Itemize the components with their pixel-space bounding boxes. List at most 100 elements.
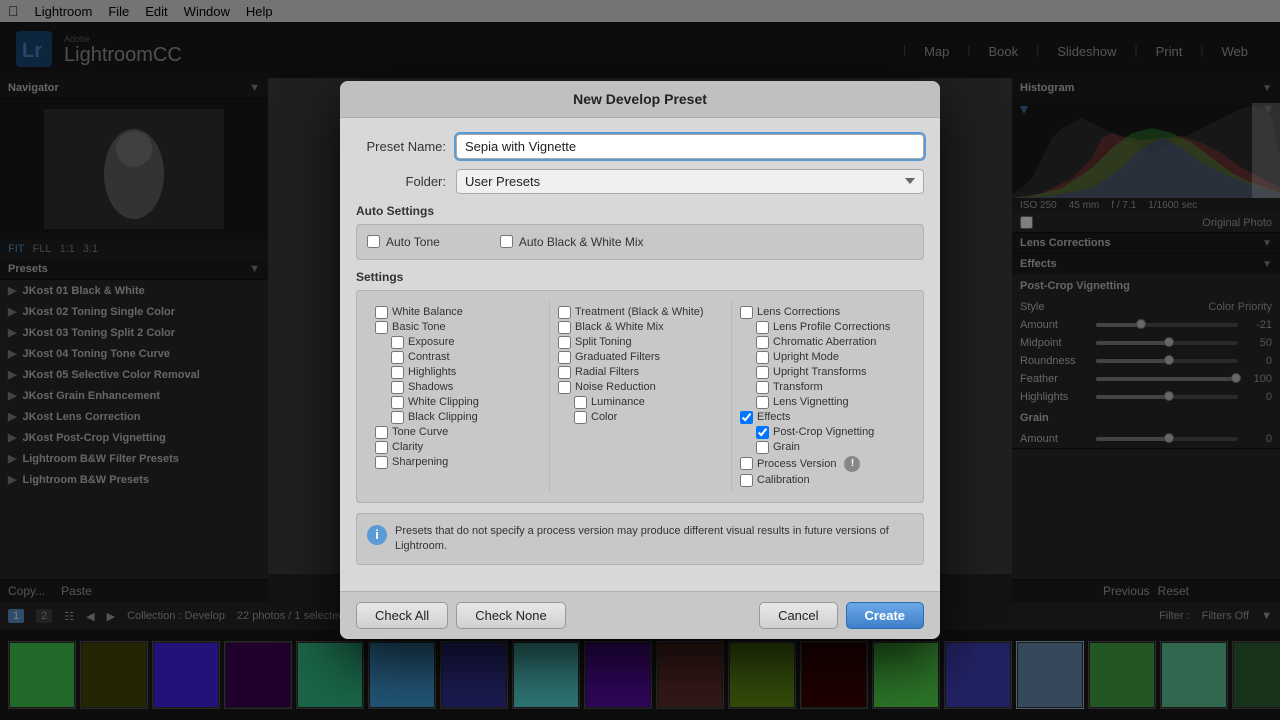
label-white-clipping[interactable]: White Clipping: [408, 396, 479, 408]
label-post-crop[interactable]: Post-Crop Vignetting: [773, 426, 874, 438]
folder-select[interactable]: User Presets: [456, 169, 924, 194]
label-black-clipping[interactable]: Black Clipping: [408, 411, 478, 423]
checkbox-white-clipping[interactable]: [391, 396, 404, 409]
warning-text: Presets that do not specify a process ve…: [395, 524, 913, 555]
label-white-balance[interactable]: White Balance: [392, 306, 463, 318]
settings-item-effects: Effects: [740, 410, 905, 425]
settings-item-graduated-filters: Graduated Filters: [558, 350, 723, 365]
cancel-button[interactable]: Cancel: [759, 602, 837, 629]
checkbox-split-toning[interactable]: [558, 336, 571, 349]
label-grain[interactable]: Grain: [773, 441, 800, 453]
settings-item-radial-filters: Radial Filters: [558, 365, 723, 380]
checkbox-black-clipping[interactable]: [391, 411, 404, 424]
preset-name-input[interactable]: [456, 134, 924, 159]
label-chromatic[interactable]: Chromatic Aberration: [773, 336, 876, 348]
label-clarity[interactable]: Clarity: [392, 441, 423, 453]
settings-header: Settings: [356, 270, 924, 284]
auto-tone-cb[interactable]: Auto Tone: [367, 235, 440, 249]
label-transform[interactable]: Transform: [773, 381, 823, 393]
label-lens-profile[interactable]: Lens Profile Corrections: [773, 321, 890, 333]
label-treatment[interactable]: Treatment (Black & White): [575, 306, 704, 318]
label-upright-transforms[interactable]: Upright Transforms: [773, 366, 867, 378]
label-lens-corrections[interactable]: Lens Corrections: [757, 306, 840, 318]
label-lens-vignetting[interactable]: Lens Vignetting: [773, 396, 849, 408]
auto-bw-mix-checkbox[interactable]: [500, 235, 513, 248]
checkbox-treatment[interactable]: [558, 306, 571, 319]
dialog-footer: Check All Check None Cancel Create: [340, 591, 940, 639]
checkbox-lens-vignetting[interactable]: [756, 396, 769, 409]
label-highlights[interactable]: Highlights: [408, 366, 456, 378]
settings-item-post-crop: Post-Crop Vignetting: [740, 425, 905, 440]
auto-tone-label: Auto Tone: [386, 235, 440, 249]
checkbox-transform[interactable]: [756, 381, 769, 394]
label-process-version[interactable]: Process Version: [757, 458, 836, 470]
checkbox-exposure[interactable]: [391, 336, 404, 349]
checkbox-radial-filters[interactable]: [558, 366, 571, 379]
label-bw-mix[interactable]: Black & White Mix: [575, 321, 664, 333]
settings-item-lens-vignetting: Lens Vignetting: [740, 395, 905, 410]
label-luminance[interactable]: Luminance: [591, 396, 645, 408]
checkbox-basic-tone[interactable]: [375, 321, 388, 334]
auto-bw-mix-cb[interactable]: Auto Black & White Mix: [500, 235, 644, 249]
check-none-button[interactable]: Check None: [456, 602, 566, 629]
checkbox-bw-mix[interactable]: [558, 321, 571, 334]
checkbox-shadows[interactable]: [391, 381, 404, 394]
label-shadows[interactable]: Shadows: [408, 381, 453, 393]
process-version-info-icon[interactable]: !: [844, 456, 860, 472]
label-split-toning[interactable]: Split Toning: [575, 336, 632, 348]
label-graduated-filters[interactable]: Graduated Filters: [575, 351, 660, 363]
auto-settings-box: Auto Tone Auto Black & White Mix: [356, 224, 924, 260]
label-effects[interactable]: Effects: [757, 411, 790, 423]
checkbox-grain[interactable]: [756, 441, 769, 454]
checkbox-upright-transforms[interactable]: [756, 366, 769, 379]
checkbox-sharpening[interactable]: [375, 456, 388, 469]
label-noise-reduction[interactable]: Noise Reduction: [575, 381, 656, 393]
checkbox-highlights[interactable]: [391, 366, 404, 379]
checkbox-clarity[interactable]: [375, 441, 388, 454]
checkbox-calibration[interactable]: [740, 474, 753, 487]
folder-row: Folder: User Presets: [356, 169, 924, 194]
settings-item-black-clipping: Black Clipping: [375, 410, 541, 425]
checkbox-process-version[interactable]: [740, 457, 753, 470]
label-radial-filters[interactable]: Radial Filters: [575, 366, 639, 378]
settings-item-grain: Grain: [740, 440, 905, 455]
checkbox-color-nr[interactable]: [574, 411, 587, 424]
label-sharpening[interactable]: Sharpening: [392, 456, 448, 468]
checkbox-graduated-filters[interactable]: [558, 351, 571, 364]
check-all-button[interactable]: Check All: [356, 602, 448, 629]
label-exposure[interactable]: Exposure: [408, 336, 454, 348]
footer-right: Cancel Create: [759, 602, 924, 629]
label-contrast[interactable]: Contrast: [408, 351, 450, 363]
label-calibration[interactable]: Calibration: [757, 474, 810, 486]
checkbox-lens-corrections[interactable]: [740, 306, 753, 319]
settings-item-bw-mix: Black & White Mix: [558, 320, 723, 335]
settings-item-white-balance: White Balance: [375, 305, 541, 320]
dialog: New Develop Preset Preset Name: Folder: …: [340, 81, 940, 640]
checkbox-lens-profile[interactable]: [756, 321, 769, 334]
label-color-nr[interactable]: Color: [591, 411, 617, 423]
label-tone-curve[interactable]: Tone Curve: [392, 426, 448, 438]
warning-box: i Presets that do not specify a process …: [356, 513, 924, 566]
settings-item-calibration: Calibration: [740, 473, 905, 488]
checkbox-effects[interactable]: [740, 411, 753, 424]
settings-item-noise-reduction: Noise Reduction: [558, 380, 723, 395]
checkbox-noise-reduction[interactable]: [558, 381, 571, 394]
checkbox-white-balance[interactable]: [375, 306, 388, 319]
auto-tone-checkbox[interactable]: [367, 235, 380, 248]
checkbox-upright-mode[interactable]: [756, 351, 769, 364]
folder-label: Folder:: [356, 174, 446, 189]
checkbox-contrast[interactable]: [391, 351, 404, 364]
label-basic-tone[interactable]: Basic Tone: [392, 321, 446, 333]
checkbox-post-crop[interactable]: [756, 426, 769, 439]
settings-item-sharpening: Sharpening: [375, 455, 541, 470]
settings-item-tone-curve: Tone Curve: [375, 425, 541, 440]
checkbox-chromatic[interactable]: [756, 336, 769, 349]
settings-grid: White Balance Basic Tone Exposure Contrast H…: [367, 301, 913, 492]
settings-item-white-clipping: White Clipping: [375, 395, 541, 410]
settings-item-basic-tone: Basic Tone: [375, 320, 541, 335]
create-button[interactable]: Create: [846, 602, 924, 629]
checkbox-tone-curve[interactable]: [375, 426, 388, 439]
checkbox-luminance[interactable]: [574, 396, 587, 409]
label-upright-mode[interactable]: Upright Mode: [773, 351, 839, 363]
auto-bw-mix-label: Auto Black & White Mix: [519, 235, 644, 249]
